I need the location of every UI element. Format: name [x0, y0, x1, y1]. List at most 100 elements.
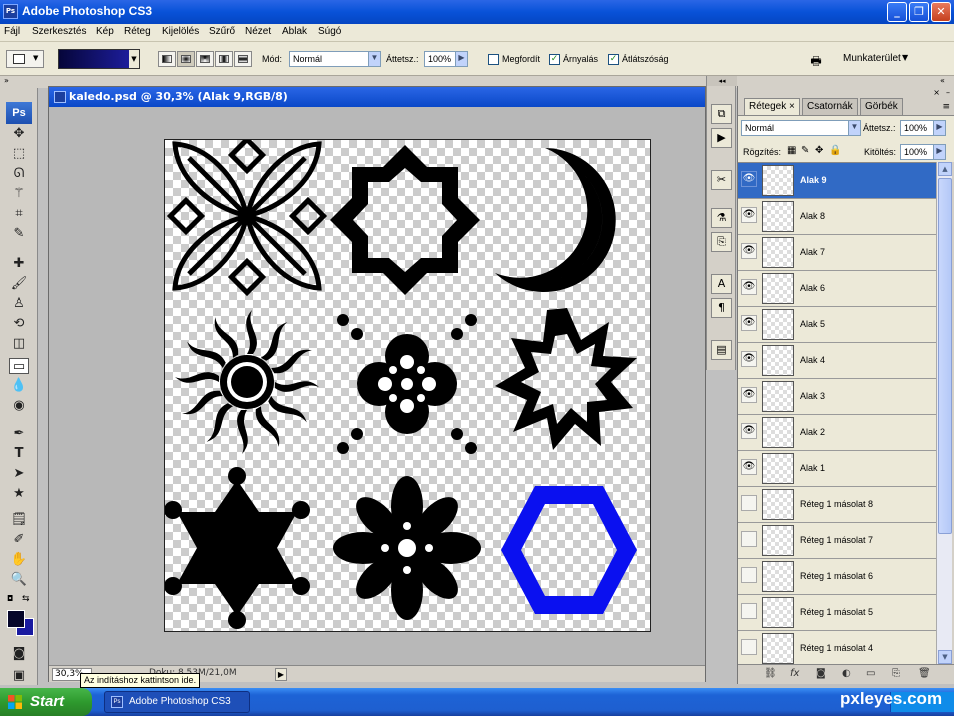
menu-view[interactable]: Nézet: [245, 26, 271, 37]
file-browser-icon[interactable]: 🖶: [806, 52, 826, 68]
shape-petal-flower[interactable]: [166, 140, 328, 297]
mode-select[interactable]: Normál ▼: [289, 51, 381, 67]
gradient-tool-icon[interactable]: ▭: [9, 358, 29, 374]
linear-gradient-button[interactable]: [158, 51, 176, 67]
layer-row[interactable]: 👁 Alak 9: [738, 163, 936, 199]
clone-source-icon[interactable]: ⎘: [711, 232, 732, 252]
clone-stamp-icon[interactable]: ♙: [9, 296, 29, 312]
eye-icon[interactable]: 👁: [741, 387, 757, 403]
history-brush-icon[interactable]: ⟲: [9, 316, 29, 332]
chevron-down-icon[interactable]: ▼: [902, 53, 908, 62]
layer-row[interactable]: 👁 Alak 5: [738, 307, 936, 343]
layer-comps-icon[interactable]: ▤: [711, 340, 732, 360]
tab-curves[interactable]: Görbék: [860, 98, 903, 115]
actions-icon[interactable]: ▶: [711, 128, 732, 148]
visibility-toggle[interactable]: [741, 639, 757, 655]
lock-position-icon[interactable]: ✥: [815, 145, 823, 156]
layer-row[interactable]: 👁 Alak 7: [738, 235, 936, 271]
shape-sun[interactable]: [175, 310, 319, 454]
hand-tool-icon[interactable]: ✋: [9, 552, 29, 568]
layer-row[interactable]: 👁 Alak 3: [738, 379, 936, 415]
shape-daisy[interactable]: [333, 476, 481, 620]
default-colors-icon[interactable]: ◘: [7, 594, 13, 603]
layer-row[interactable]: Réteg 1 másolat 5: [738, 595, 936, 631]
quick-mask-icon[interactable]: ◙: [9, 646, 29, 662]
brushes-icon[interactable]: ⚗: [711, 208, 732, 228]
dock-collapse-icon[interactable]: ◂◂: [707, 76, 737, 86]
shape-hexagon-ring[interactable]: [501, 486, 637, 614]
scroll-thumb[interactable]: [938, 178, 952, 534]
shape-octagram[interactable]: [330, 145, 480, 295]
tool-preset-picker[interactable]: ▼: [6, 50, 44, 68]
collapse-icon[interactable]: »: [4, 76, 9, 85]
eye-icon[interactable]: 👁: [741, 171, 757, 187]
panel-minimize-icon[interactable]: –: [946, 88, 950, 97]
chevron-down-icon[interactable]: ▼: [368, 52, 380, 66]
menu-edit[interactable]: Szerkesztés: [32, 26, 86, 37]
fill-input[interactable]: 100% ▶: [900, 144, 946, 160]
blur-tool-icon[interactable]: 💧: [9, 378, 29, 394]
menu-window[interactable]: Ablak: [282, 26, 307, 37]
opacity-input[interactable]: 100% ▶: [424, 51, 468, 67]
link-layers-icon[interactable]: ⛓: [764, 668, 777, 679]
minimize-button[interactable]: _: [887, 2, 907, 22]
chevron-right-icon[interactable]: ▶: [455, 52, 467, 66]
menu-image[interactable]: Kép: [96, 26, 114, 37]
menu-filter[interactable]: Szűrő: [209, 26, 235, 37]
lock-transparent-icon[interactable]: ▦: [787, 145, 796, 156]
taskbar-item-photoshop[interactable]: Ps Adobe Photoshop CS3: [104, 691, 250, 713]
screen-mode-icon[interactable]: ▣: [9, 668, 29, 684]
swap-colors-icon[interactable]: ⇆: [22, 594, 30, 604]
radial-gradient-button[interactable]: [177, 51, 195, 67]
crop-tool-icon[interactable]: ⌗: [9, 206, 29, 222]
layer-row[interactable]: 👁 Alak 2: [738, 415, 936, 451]
blend-mode-select[interactable]: Normál ▼: [741, 120, 861, 136]
chevron-down-icon[interactable]: ▼: [848, 121, 860, 135]
close-button[interactable]: ✕: [931, 2, 951, 22]
layer-row[interactable]: 👁 Alak 4: [738, 343, 936, 379]
eye-icon[interactable]: 👁: [741, 243, 757, 259]
chevron-down-icon[interactable]: ▼: [129, 50, 139, 68]
pen-tool-icon[interactable]: ✒: [9, 426, 29, 442]
shape-crescent[interactable]: [495, 148, 616, 292]
eye-icon[interactable]: 👁: [741, 459, 757, 475]
notes-tool-icon[interactable]: 🗒: [9, 512, 29, 528]
menu-layer[interactable]: Réteg: [124, 26, 151, 37]
trash-icon[interactable]: 🗑: [918, 668, 931, 679]
foreground-color-swatch[interactable]: [7, 610, 25, 628]
eye-icon[interactable]: 👁: [741, 423, 757, 439]
menu-select[interactable]: Kijelölés: [162, 26, 199, 37]
new-layer-icon[interactable]: ⎘: [892, 668, 900, 679]
eye-icon[interactable]: 👁: [741, 351, 757, 367]
reverse-checkbox[interactable]: [488, 54, 499, 65]
visibility-toggle[interactable]: [741, 567, 757, 583]
layer-row[interactable]: 👁 Alak 6: [738, 271, 936, 307]
canvas[interactable]: [164, 139, 651, 632]
adjustment-layer-icon[interactable]: ◐: [842, 668, 851, 679]
layer-row[interactable]: 👁 Alak 1: [738, 451, 936, 487]
menu-help[interactable]: Súgó: [318, 26, 341, 37]
slice-tool-icon[interactable]: ✎: [9, 226, 29, 242]
character-icon[interactable]: A: [711, 274, 732, 294]
workspace-menu[interactable]: Munkaterület: [843, 53, 901, 64]
visibility-toggle[interactable]: [741, 603, 757, 619]
dither-checkbox[interactable]: ✓: [549, 54, 560, 65]
visibility-toggle[interactable]: [741, 495, 757, 511]
path-selection-icon[interactable]: ➤: [9, 466, 29, 482]
zoom-tool-icon[interactable]: 🔍: [9, 572, 29, 588]
gradient-preview[interactable]: ▼: [58, 49, 140, 69]
chevron-right-icon[interactable]: ▶: [933, 145, 945, 159]
layer-style-icon[interactable]: fx: [790, 668, 799, 679]
panel-menu-icon[interactable]: ≡: [942, 102, 950, 112]
diamond-gradient-button[interactable]: [234, 51, 252, 67]
type-tool-icon[interactable]: T: [9, 446, 29, 462]
eyedropper-tool-icon[interactable]: ✐: [9, 532, 29, 548]
marquee-tool-icon[interactable]: ⬚: [9, 146, 29, 162]
magic-wand-tool-icon[interactable]: ⚚: [9, 186, 29, 202]
visibility-toggle[interactable]: [741, 531, 757, 547]
status-menu-arrow[interactable]: ▶: [275, 668, 287, 681]
tab-layers[interactable]: Rétegek ×: [744, 98, 800, 115]
layer-mask-icon[interactable]: ◙: [816, 668, 826, 679]
brush-tool-icon[interactable]: 🖌: [9, 276, 29, 292]
healing-brush-icon[interactable]: ✚: [9, 256, 29, 272]
